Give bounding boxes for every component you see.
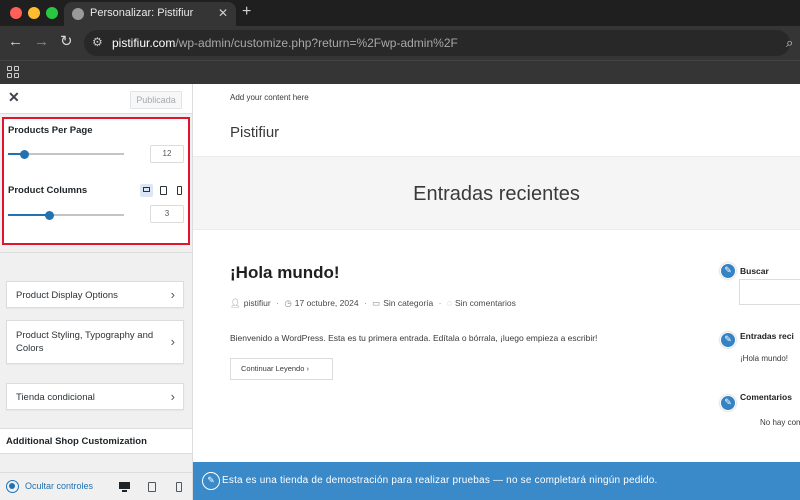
window-close-button[interactable] (10, 7, 22, 19)
plus-icon[interactable]: + (242, 3, 251, 21)
desktop-icon[interactable] (140, 184, 153, 197)
product-columns-input[interactable]: 3 (150, 205, 184, 223)
zoom-icon[interactable]: ⌕ (786, 35, 793, 51)
edit-pencil-icon[interactable]: ✎ (202, 472, 220, 490)
widget-search-title: Buscar (740, 266, 769, 276)
chevron-right-icon: › (306, 364, 309, 373)
section-label: Product Styling, Typography and Colors (16, 330, 154, 354)
product-columns-slider[interactable] (8, 211, 124, 220)
read-more-button[interactable]: Continuar Leyendo › (230, 358, 333, 380)
comment-icon: ◌ (446, 298, 452, 308)
widget-comments-title: Comentarios (740, 392, 792, 402)
post-excerpt: Bienvenido a WordPress. Esta es tu prime… (230, 333, 598, 343)
section-label: Tienda condicional (16, 392, 95, 403)
post-author[interactable]: pistifiur (244, 298, 271, 308)
section-heading: Additional Shop Customization (6, 436, 147, 447)
products-per-page-slider[interactable] (8, 150, 124, 159)
url-path: /wp-admin/customize.php?return=%2Fwp-adm… (175, 36, 458, 50)
post-date[interactable]: 17 octubre, 2024 (295, 298, 359, 308)
arrow-left-icon[interactable]: ← (8, 34, 23, 50)
edit-pencil-icon[interactable]: ✎ (720, 332, 736, 348)
section-product-styling[interactable]: Product Styling, Typography and Colors › (6, 320, 184, 364)
customizer-sidebar: ✕ Publicada Products Per Page 12 Product… (0, 84, 193, 500)
publish-button[interactable]: Publicada (130, 91, 182, 109)
tune-icon[interactable]: ⚙ (92, 35, 103, 49)
edit-pencil-icon[interactable]: ✎ (720, 395, 736, 411)
globe-icon (72, 8, 84, 20)
products-per-page-label: Products Per Page (8, 125, 93, 136)
arrow-right-icon[interactable]: → (34, 34, 49, 50)
post-comments[interactable]: Sin comentarios (455, 298, 516, 308)
apps-grid-icon[interactable] (7, 66, 19, 78)
close-icon[interactable]: ✕ (8, 89, 20, 106)
slider-thumb[interactable] (44, 211, 54, 220)
bookmarks-bar (0, 60, 800, 84)
store-notice-text: Esta es una tienda de demostración para … (222, 475, 658, 486)
section-product-display-options[interactable]: Product Display Options › (6, 281, 184, 308)
post-meta: 👤︎ pistifiur · ◷ 17 octubre, 2024 · ▭ Sin c… (230, 298, 516, 309)
tab-title: Personalizar: Pistifiur (90, 7, 194, 19)
hide-controls-button[interactable]: Ocultar controles (25, 481, 93, 491)
user-icon: 👤︎ (230, 298, 241, 308)
post-title[interactable]: ¡Hola mundo! (230, 263, 340, 283)
slider-thumb[interactable] (20, 150, 30, 159)
edit-pencil-icon[interactable]: ✎ (720, 263, 736, 279)
chevron-right-icon: › (170, 287, 175, 302)
additional-shop-customization-header[interactable]: Additional Shop Customization (0, 428, 192, 454)
browser-toolbar: ← → ↻ ⚙ pistifiur.com/wp-admin/customize… (0, 26, 800, 60)
products-per-page-input[interactable]: 12 (150, 145, 184, 163)
site-preview: Add your content here Pistifiur Entradas… (193, 84, 800, 500)
page-title-band: Entradas recientes (193, 156, 800, 230)
product-columns-label: Product Columns (8, 185, 88, 196)
customizer-footer: Ocultar controles (0, 472, 192, 500)
page-title: Entradas recientes (413, 183, 580, 205)
close-icon[interactable]: ✕ (218, 6, 228, 20)
window-zoom-button[interactable] (46, 7, 58, 19)
tablet-icon[interactable] (157, 184, 170, 197)
url-text[interactable]: pistifiur.com/wp-admin/customize.php?ret… (112, 36, 458, 50)
slider-fill (8, 214, 49, 216)
widget-recent-posts-title: Entradas reci (740, 331, 794, 341)
mobile-icon[interactable] (173, 184, 186, 197)
header-top-text: Add your content here (230, 93, 309, 102)
reload-icon[interactable]: ↻ (60, 34, 73, 50)
meta-separator: · (276, 298, 279, 308)
post-category[interactable]: Sin categoría (383, 298, 433, 308)
site-title[interactable]: Pistifiur (230, 124, 279, 141)
customizer-header: ✕ Publicada (0, 84, 192, 114)
meta-separator: · (438, 298, 442, 308)
browser-tab-bar: Personalizar: Pistifiur ✕ + (0, 0, 800, 26)
folder-icon: ▭ (372, 298, 381, 308)
section-label: Product Display Options (16, 290, 118, 301)
widget-comments-text: No hay com (760, 418, 800, 427)
store-notice-bar: ✎ Esta es una tienda de demostración par… (193, 462, 800, 500)
meta-separator: · (363, 298, 367, 308)
highlighted-controls: Products Per Page 12 Product Columns 3 (2, 117, 190, 245)
chevron-right-icon: › (170, 389, 175, 404)
hide-controls-icon[interactable] (6, 480, 19, 493)
mobile-preview-icon[interactable] (174, 482, 185, 492)
divider (0, 252, 192, 253)
browser-tab-active[interactable]: Personalizar: Pistifiur ✕ (64, 2, 236, 26)
section-tienda-condicional[interactable]: Tienda condicional › (6, 383, 184, 410)
address-bar[interactable]: ⚙ pistifiur.com/wp-admin/customize.php?r… (84, 30, 790, 56)
url-host: pistifiur.com (112, 36, 176, 50)
read-more-label: Continuar Leyendo (241, 364, 305, 373)
chevron-right-icon: › (170, 334, 175, 349)
widget-search-input[interactable] (739, 279, 800, 305)
widget-recent-post-link[interactable]: ¡Hola mundo! (740, 354, 788, 363)
clock-icon: ◷ (284, 298, 292, 308)
desktop-preview-icon[interactable] (119, 482, 130, 492)
tablet-preview-icon[interactable] (147, 482, 158, 492)
window-minimize-button[interactable] (28, 7, 40, 19)
